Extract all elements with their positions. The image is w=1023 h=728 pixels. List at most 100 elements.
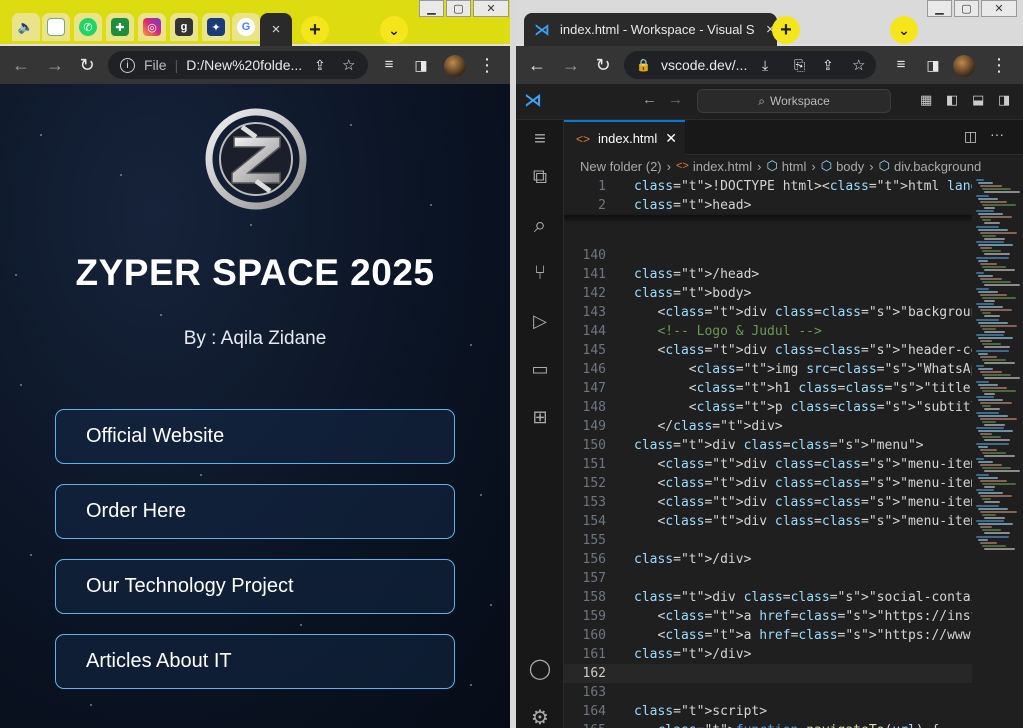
minimize-icon[interactable]: ▁ xyxy=(419,0,444,17)
reading-list-icon[interactable]: ≡ xyxy=(890,55,912,75)
settings-gear-icon[interactable]: ⚙ xyxy=(527,704,553,728)
code-line[interactable]: 141 class="t">/head> xyxy=(564,265,972,284)
new-tab-button[interactable]: + xyxy=(301,16,329,44)
side-panel-icon[interactable]: ◨ xyxy=(410,55,432,75)
close-window-icon[interactable]: ✕ xyxy=(981,0,1017,17)
bookmark-star-icon[interactable]: ☆ xyxy=(342,56,355,74)
split-editor-icon[interactable]: ◫ xyxy=(964,128,977,145)
toggle-panel-icon[interactable]: ⬓ xyxy=(972,92,984,108)
nav-forward-icon[interactable]: → xyxy=(668,91,683,108)
nav-back-icon[interactable]: ← xyxy=(642,91,657,108)
bookmark-star-icon[interactable]: ☆ xyxy=(852,56,865,74)
code-line[interactable]: 157 xyxy=(564,569,972,588)
pinned-tab-crest[interactable]: ✦ xyxy=(202,13,230,41)
minimap[interactable] xyxy=(972,177,1023,728)
breadcrumb-div-background[interactable]: div.background xyxy=(894,159,981,174)
menu-item-official-website[interactable]: Official Website xyxy=(55,409,455,464)
code-line[interactable]: 162 xyxy=(564,664,972,683)
more-actions-icon[interactable]: ··· xyxy=(990,126,1004,142)
code-line[interactable]: 142 class="t">body> xyxy=(564,284,972,303)
remote-explorer-icon[interactable]: ▭ xyxy=(527,356,553,382)
code-line[interactable]: 1 class="t">!DOCTYPE html><class="t">html… xyxy=(564,177,972,196)
pinned-tab-audio[interactable]: 🔈 xyxy=(12,13,40,41)
info-icon[interactable]: i xyxy=(120,57,135,73)
code-line[interactable]: 163 xyxy=(564,683,972,702)
profile-avatar[interactable] xyxy=(444,55,466,77)
code-line[interactable]: 150 class="t">div class=class="s">"menu"> xyxy=(564,436,972,455)
code-line[interactable]: 159 <class="t">a href=class="s">"https:/… xyxy=(564,607,972,626)
code-line[interactable]: 149 </class="t">div> xyxy=(564,417,972,436)
code-line[interactable]: 2 class="t">head> xyxy=(564,196,972,215)
code-line[interactable]: 148 <class="t">p class=class="s">"subtit… xyxy=(564,398,972,417)
code-line[interactable]: 156 class="t">/div> xyxy=(564,550,972,569)
install-icon[interactable]: ⤓ xyxy=(762,57,768,74)
menu-kebab-icon[interactable]: ⋮ xyxy=(988,55,1010,75)
editor-tab-index-html[interactable]: <> index.html ✕ xyxy=(564,120,685,155)
code-line[interactable]: 164 class="t">script> xyxy=(564,702,972,721)
breadcrumb-body[interactable]: body xyxy=(836,159,864,174)
pinned-tab-google[interactable]: G xyxy=(232,13,260,41)
maximize-icon[interactable]: ▢ xyxy=(446,0,471,17)
pinned-tab-whatsapp[interactable]: ✆ xyxy=(74,13,102,41)
new-tab-button[interactable]: + xyxy=(772,16,800,44)
menu-item-order-here[interactable]: Order Here xyxy=(55,484,455,539)
search-icon[interactable]: ⌕ xyxy=(527,212,553,238)
code-line[interactable]: 151 <class="t">div class=class="s">"menu… xyxy=(564,455,972,474)
source-control-icon[interactable]: ⑂ xyxy=(527,260,553,286)
code-line[interactable]: 158 class="t">div class=class="s">"social… xyxy=(564,588,972,607)
reload-icon[interactable]: ↻ xyxy=(76,55,98,75)
code-line[interactable]: 147 <class="t">h1 class=class="s">"title… xyxy=(564,379,972,398)
menu-item-articles-it[interactable]: Articles About IT xyxy=(55,634,455,689)
close-window-icon[interactable]: ✕ xyxy=(473,0,509,17)
address-bar[interactable]: 🔒 vscode.dev/... ⤓ ⎘ ⇪ ☆ xyxy=(624,51,876,79)
share-icon[interactable]: ⇪ xyxy=(822,57,834,74)
code-line[interactable]: 153 <class="t">div class=class="s">"menu… xyxy=(564,493,972,512)
close-tab-icon[interactable]: × xyxy=(272,21,281,38)
code-editor[interactable]: 1 class="t">!DOCTYPE html><class="t">html… xyxy=(564,177,972,728)
breadcrumb-folder[interactable]: New folder (2) xyxy=(580,159,662,174)
breadcrumb-html[interactable]: html xyxy=(782,159,807,174)
breadcrumb-file[interactable]: index.html xyxy=(693,159,752,174)
extensions-icon[interactable]: ⊞ xyxy=(527,404,553,430)
side-panel-icon[interactable]: ◨ xyxy=(922,55,944,75)
pinned-tab-sheets[interactable]: ✚ xyxy=(106,13,134,41)
reload-icon[interactable]: ↻ xyxy=(592,55,614,75)
code-line[interactable]: 145 <class="t">div class=class="s">"head… xyxy=(564,341,972,360)
code-line[interactable]: 144 <!-- Logo & Judul --> xyxy=(564,322,972,341)
forward-icon[interactable]: → xyxy=(560,55,582,75)
menu-icon[interactable]: ≡ xyxy=(527,126,553,152)
pinned-tab-g[interactable]: g xyxy=(170,13,198,41)
minimize-icon[interactable]: ▁ xyxy=(927,0,952,17)
reading-list-icon[interactable]: ≡ xyxy=(378,55,400,75)
profile-avatar[interactable] xyxy=(953,55,975,77)
layout-icon[interactable]: ▦ xyxy=(920,92,932,108)
code-line[interactable]: 165 class="t">function navigateTo(url) { xyxy=(564,721,972,728)
toggle-sidebar-icon[interactable]: ◧ xyxy=(946,92,958,108)
code-line[interactable]: 143 <class="t">div class=class="s">"back… xyxy=(564,303,972,322)
maximize-icon[interactable]: ▢ xyxy=(954,0,979,17)
active-tab[interactable]: × xyxy=(260,13,292,46)
code-line[interactable]: 154 <class="t">div class=class="s">"menu… xyxy=(564,512,972,531)
code-line[interactable]: 155 xyxy=(564,531,972,550)
vscode-tab[interactable]: ⋊ index.html - Workspace - Visual S × xyxy=(524,13,777,46)
code-line[interactable]: 140 xyxy=(564,246,972,265)
run-debug-icon[interactable]: ▷ xyxy=(527,308,553,334)
pinned-tab-instagram[interactable]: ◎ xyxy=(138,13,166,41)
tab-search-button[interactable]: ⌄ xyxy=(380,16,408,44)
page-icon[interactable]: ⎘ xyxy=(794,57,805,74)
pinned-tab-1[interactable] xyxy=(42,13,70,41)
address-bar[interactable]: i File | D:/New%20folde... ⇪ ☆ xyxy=(108,51,368,79)
code-line[interactable]: 161 class="t">/div> xyxy=(564,645,972,664)
account-icon[interactable]: ◯ xyxy=(527,655,553,681)
explorer-icon[interactable]: ⧉ xyxy=(527,164,553,190)
code-line[interactable]: 146 <class="t">img src=class="s">"WhatsA… xyxy=(564,360,972,379)
tab-search-button[interactable]: ⌄ xyxy=(890,16,918,44)
close-editor-icon[interactable]: ✕ xyxy=(665,130,677,147)
back-icon[interactable]: ← xyxy=(526,55,548,75)
menu-kebab-icon[interactable]: ⋮ xyxy=(476,55,498,75)
code-line[interactable]: 160 <class="t">a href=class="s">"https:/… xyxy=(564,626,972,645)
forward-icon[interactable]: → xyxy=(44,55,66,75)
toggle-secondary-sidebar-icon[interactable]: ◨ xyxy=(998,92,1010,108)
command-center-search[interactable]: ⌕ Workspace xyxy=(697,89,891,113)
code-line[interactable]: 152 <class="t">div class=class="s">"menu… xyxy=(564,474,972,493)
